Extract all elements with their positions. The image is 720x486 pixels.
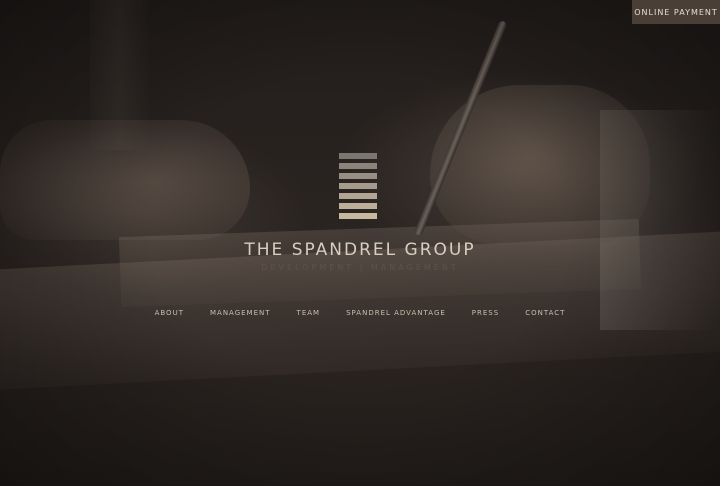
- logo-bar: [339, 183, 377, 189]
- logo-bar: [339, 153, 377, 159]
- brand-title: THE SPANDREL GROUP: [244, 240, 476, 260]
- nav-item-contact[interactable]: CONTACT: [525, 309, 565, 317]
- online-payment-button[interactable]: ONLINE PAYMENT: [632, 0, 720, 24]
- nav-item-spandrel-advantage[interactable]: SPANDREL ADVANTAGE: [346, 309, 446, 317]
- main-navigation: ABOUT MANAGEMENT TEAM SPANDREL ADVANTAGE…: [0, 309, 720, 317]
- nav-item-about[interactable]: ABOUT: [155, 309, 184, 317]
- online-payment-label: ONLINE PAYMENT: [634, 7, 718, 17]
- logo-bar: [339, 163, 377, 169]
- spandrel-logo-icon: [339, 153, 377, 219]
- nav-item-management[interactable]: MANAGEMENT: [210, 309, 271, 317]
- hero-background: ONLINE PAYMENT THE SPANDREL GROUP DEVELO…: [0, 0, 720, 486]
- logo-bar: [339, 203, 377, 209]
- logo-bar: [339, 213, 377, 219]
- nav-item-press[interactable]: PRESS: [472, 309, 499, 317]
- logo-bar: [339, 173, 377, 179]
- logo-bar: [339, 193, 377, 199]
- brand-subtitle: DEVELOPMENT | MANAGEMENT: [261, 263, 459, 272]
- nav-item-team[interactable]: TEAM: [297, 309, 321, 317]
